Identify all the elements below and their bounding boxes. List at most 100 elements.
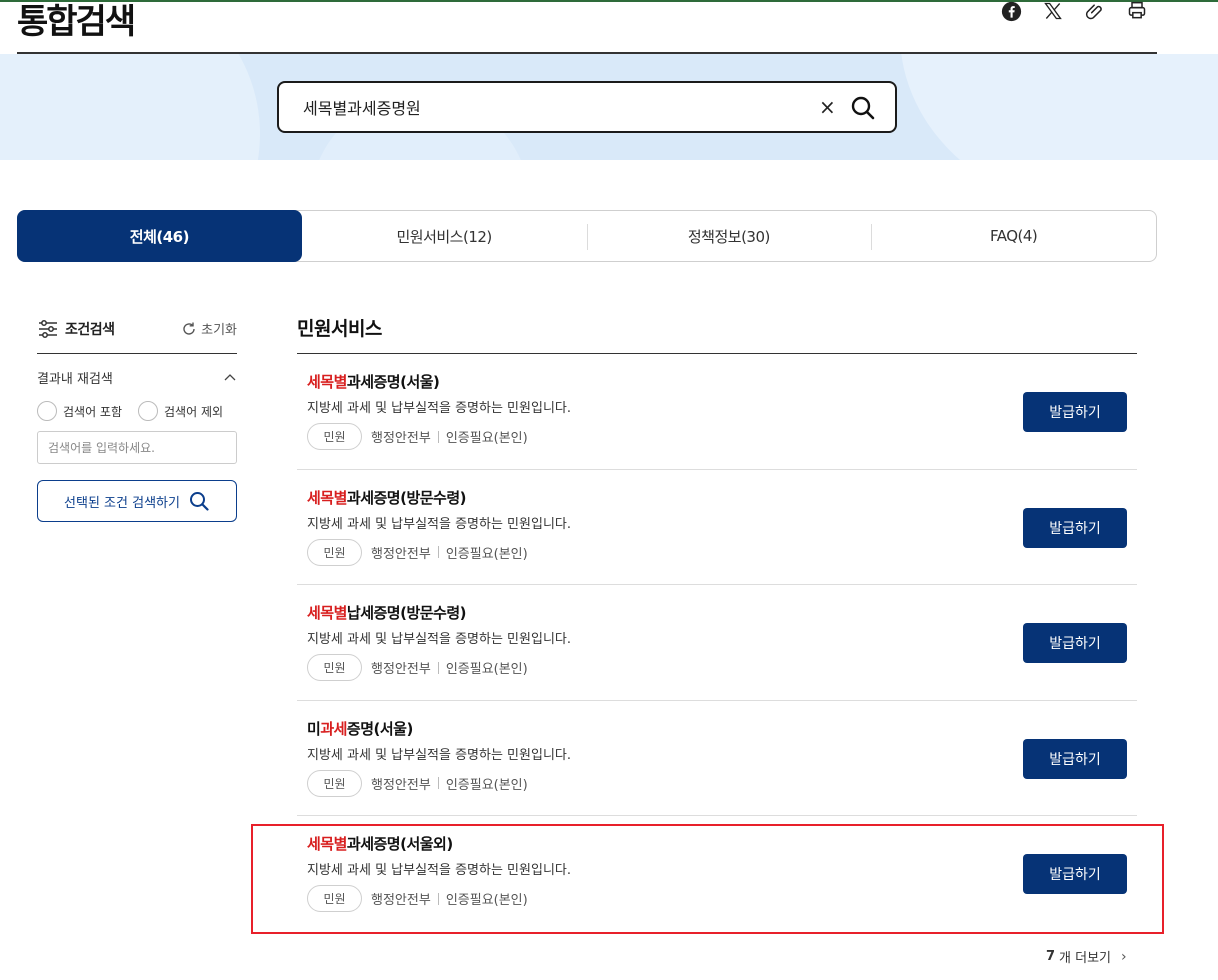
share-toolbar — [1000, 0, 1148, 22]
filter-title: 조건검색 — [65, 321, 115, 338]
banner-decoration — [900, 54, 1218, 160]
list-item: 세목별납세증명(방문수령) 지방세 과세 및 납부실적을 증명하는 민원입니다.… — [297, 585, 1137, 701]
chevron-up-icon — [224, 373, 236, 380]
title-text: 납세증명(방문수령) — [346, 604, 467, 622]
tab-civil-service[interactable]: 민원서비스(12) — [302, 211, 587, 261]
radio-include[interactable]: 검색어 포함 — [37, 401, 122, 421]
meta-separator — [437, 892, 439, 905]
auth-requirement: 인증필요(본인) — [445, 662, 528, 677]
result-title[interactable]: 세목별과세증명(서울) — [307, 371, 1137, 392]
result-title[interactable]: 세목별과세증명(방문수령) — [307, 487, 1137, 508]
category-badge: 민원 — [307, 654, 362, 681]
result-title[interactable]: 세목별과세증명(서울외) — [307, 833, 1137, 854]
search-input[interactable] — [303, 95, 803, 119]
more-button[interactable]: 7 개 더보기 › — [1046, 947, 1127, 967]
meta-separator — [437, 546, 439, 558]
radio-exclude-label: 검색어 제외 — [164, 404, 224, 419]
title-highlight: 세목별 — [307, 835, 347, 853]
title-highlight: 세목별 — [307, 488, 347, 507]
result-meta: 민원 행정안전부 인증필요(본인) — [307, 654, 1137, 681]
print-icon[interactable] — [1126, 0, 1148, 22]
auth-requirement: 인증필요(본인) — [445, 431, 528, 446]
search-mode-radios: 검색어 포함 검색어 제외 — [37, 401, 237, 421]
auth-requirement: 인증필요(본인) — [445, 777, 528, 793]
radio-include-label: 검색어 포함 — [63, 404, 123, 419]
attachment-icon[interactable] — [1084, 0, 1106, 22]
refine-search-input[interactable] — [37, 431, 237, 464]
title-text: 과세증명(서울외) — [346, 835, 453, 853]
meta-separator — [437, 777, 439, 789]
result-meta: 민원 행정안전부 인증필요(본인) — [307, 769, 1137, 797]
tab-policy-info[interactable]: 정책정보(30) — [586, 211, 872, 261]
clear-icon[interactable]: × — [819, 95, 836, 119]
refine-label: 결과내 재검색 — [37, 372, 113, 387]
radio-circle[interactable] — [37, 401, 57, 421]
apply-filter-button[interactable]: 선택된 조건 검색하기 — [37, 480, 237, 522]
filter-sliders-icon — [37, 318, 59, 340]
title-text: 과세증명(방문수령) — [346, 488, 467, 507]
result-title[interactable]: 미과세증명(서울) — [307, 718, 1137, 739]
refine-search-toggle[interactable]: 결과내 재검색 — [37, 368, 237, 387]
title-text: 증명(서울) — [346, 719, 413, 738]
agency-name: 행정안전부 — [371, 777, 431, 793]
result-description: 지방세 과세 및 납부실적을 증명하는 민원입니다. — [307, 863, 571, 878]
reset-label: 초기화 — [201, 323, 237, 338]
issue-button[interactable]: 발급하기 — [1023, 738, 1127, 779]
agency-name: 행정안전부 — [371, 893, 431, 908]
title-highlight: 세목별 — [307, 604, 347, 622]
list-item: 세목별과세증명(서울) 지방세 과세 및 납부실적을 증명하는 민원입니다. 민… — [297, 354, 1137, 470]
agency-name: 행정안전부 — [371, 662, 431, 677]
list-item: 세목별과세증명(방문수령) 지방세 과세 및 납부실적을 증명하는 민원입니다.… — [297, 470, 1137, 585]
result-description: 지방세 과세 및 납부실적을 증명하는 민원입니다. — [307, 747, 571, 763]
issue-button[interactable]: 발급하기 — [1023, 392, 1127, 432]
result-description: 지방세 과세 및 납부실적을 증명하는 민원입니다. — [307, 632, 571, 647]
main-search-box: × — [277, 81, 897, 133]
auth-requirement: 인증필요(본인) — [445, 893, 528, 908]
search-icon[interactable] — [849, 94, 877, 122]
banner-decoration — [0, 54, 260, 160]
title-text: 과세증명(서울) — [346, 373, 440, 391]
meta-separator — [437, 430, 439, 443]
section-title: 민원서비스 — [297, 318, 382, 340]
result-meta: 민원 행정안전부 인증필요(본인) — [307, 538, 1137, 566]
page-title: 통합검색 — [17, 2, 136, 42]
category-badge: 민원 — [307, 885, 362, 912]
category-badge: 민원 — [307, 769, 362, 797]
category-badge: 민원 — [307, 423, 362, 450]
filter-header: 조건검색 초기화 — [37, 314, 237, 354]
issue-button[interactable]: 발급하기 — [1023, 854, 1127, 894]
radio-circle[interactable] — [138, 401, 159, 421]
filter-sidebar: 조건검색 초기화 결과내 재검색 검색어 포함 검색어 제외 선택된 조건 검색… — [37, 314, 237, 522]
agency-name: 행정안전부 — [371, 431, 431, 446]
refresh-icon — [183, 322, 195, 335]
x-icon[interactable] — [1042, 0, 1064, 22]
list-item: 세목별과세증명(서울외) 지방세 과세 및 납부실적을 증명하는 민원입니다. … — [297, 816, 1137, 932]
agency-name: 행정안전부 — [371, 546, 431, 562]
more-label: 개 더보기 — [1059, 951, 1112, 966]
tab-all[interactable]: 전체(46) — [17, 210, 302, 262]
result-meta: 민원 행정안전부 인증필요(본인) — [307, 423, 1137, 450]
result-meta: 민원 행정안전부 인증필요(본인) — [307, 885, 1137, 912]
tab-faq[interactable]: FAQ(4) — [871, 211, 1156, 261]
auth-requirement: 인증필요(본인) — [445, 546, 528, 562]
reset-button[interactable]: 초기화 — [181, 319, 237, 338]
chevron-right-icon: › — [1121, 948, 1127, 965]
result-tabs: 전체(46) 민원서비스(12) 정책정보(30) FAQ(4) — [17, 210, 1157, 262]
search-icon — [189, 492, 209, 511]
issue-button[interactable]: 발급하기 — [1023, 623, 1127, 663]
radio-exclude[interactable]: 검색어 제외 — [138, 401, 223, 421]
meta-separator — [437, 661, 439, 674]
more-count: 7 — [1046, 949, 1056, 964]
list-item: 미과세증명(서울) 지방세 과세 및 납부실적을 증명하는 민원입니다. 민원 … — [297, 701, 1137, 816]
apply-filter-label: 선택된 조건 검색하기 — [64, 495, 180, 511]
category-badge: 민원 — [307, 538, 362, 566]
title-highlight: 세목별 — [307, 373, 347, 391]
result-title[interactable]: 세목별납세증명(방문수령) — [307, 602, 1137, 623]
issue-button[interactable]: 발급하기 — [1023, 507, 1127, 548]
result-description: 지방세 과세 및 납부실적을 증명하는 민원입니다. — [307, 401, 571, 416]
title-highlight: 과세 — [320, 719, 347, 738]
results-list: 세목별과세증명(서울) 지방세 과세 및 납부실적을 증명하는 민원입니다. 민… — [297, 354, 1137, 932]
result-description: 지방세 과세 및 납부실적을 증명하는 민원입니다. — [307, 516, 571, 532]
title-prefix: 미 — [307, 719, 321, 738]
facebook-icon[interactable] — [1000, 0, 1022, 22]
